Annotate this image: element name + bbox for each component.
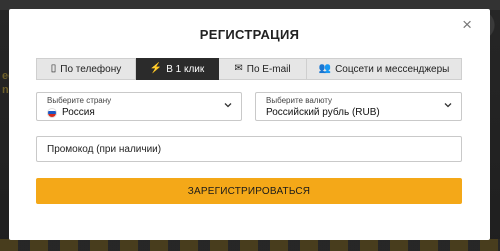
- backdrop-footer: [0, 239, 500, 251]
- registration-modal: × РЕГИСТРАЦИЯ ▯ По телефону ⚡ В 1 клик ✉…: [9, 9, 490, 240]
- tab-one-click[interactable]: ⚡ В 1 клик: [136, 58, 219, 80]
- tab-label: По E-mail: [246, 63, 291, 75]
- envelope-icon: ✉: [234, 63, 243, 74]
- currency-value: Российский рубль (RUB): [266, 107, 380, 118]
- modal-title: РЕГИСТРАЦИЯ: [199, 27, 300, 42]
- tab-label: В 1 клик: [166, 63, 205, 75]
- promo-field: [36, 136, 462, 162]
- tab-phone[interactable]: ▯ По телефону: [36, 58, 136, 80]
- tab-email[interactable]: ✉ По E-mail: [219, 58, 307, 80]
- tab-label: Соцсети и мессенджеры: [335, 63, 450, 75]
- lightning-icon: ⚡: [149, 63, 163, 74]
- registration-tabs: ▯ По телефону ⚡ В 1 клик ✉ По E-mail 👥 С…: [36, 58, 462, 80]
- country-label: Выберите страну: [47, 96, 112, 105]
- phone-icon: ▯: [50, 63, 57, 74]
- tab-label: По телефону: [60, 63, 122, 75]
- country-value: Россия: [62, 107, 95, 118]
- russia-flag-icon: [47, 107, 57, 118]
- chevron-down-icon: [444, 103, 452, 108]
- currency-select[interactable]: Выберите валюту Российский рубль (RUB): [255, 92, 462, 121]
- country-select[interactable]: Выберите страну Россия: [36, 92, 242, 121]
- chevron-down-icon: [224, 103, 232, 108]
- tab-social[interactable]: 👥 Соцсети и мессенджеры: [307, 58, 462, 80]
- register-button[interactable]: ЗАРЕГИСТРИРОВАТЬСЯ: [36, 178, 462, 204]
- users-icon: 👥: [318, 63, 332, 74]
- promo-code-input[interactable]: [37, 137, 461, 161]
- currency-label: Выберите валюту: [266, 96, 333, 105]
